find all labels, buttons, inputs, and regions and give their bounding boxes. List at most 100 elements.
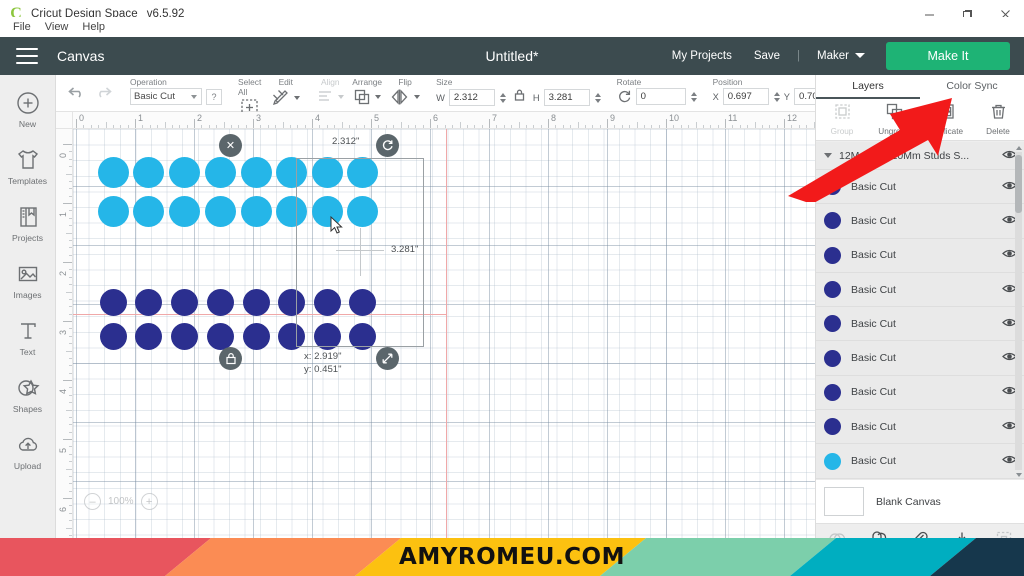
width-stepper[interactable] — [499, 92, 506, 103]
shape-circle[interactable] — [206, 288, 234, 316]
operation-help-button[interactable]: ? — [206, 88, 222, 105]
height-stepper[interactable] — [594, 92, 601, 103]
shape-circle[interactable] — [170, 288, 198, 316]
layer-row[interactable]: Basic Cut — [816, 273, 1024, 308]
delete-handle[interactable]: ✕ — [219, 134, 242, 157]
flip-icon[interactable] — [390, 88, 410, 106]
rotate-input[interactable]: 0 — [635, 88, 686, 105]
flip-group[interactable]: Flip — [390, 75, 421, 112]
grid-line — [607, 129, 608, 538]
scroll-thumb[interactable] — [1015, 155, 1022, 213]
shape-circle[interactable] — [240, 195, 272, 227]
layer-color-swatch[interactable] — [824, 418, 841, 436]
layer-row[interactable]: Basic Cut — [816, 204, 1024, 239]
machine-selector[interactable]: Maker — [806, 50, 876, 62]
resize-handle[interactable] — [376, 347, 399, 370]
chevron-down-icon[interactable] — [824, 153, 832, 158]
flip-chevron-down-icon[interactable] — [414, 95, 421, 99]
shape-circle[interactable] — [134, 288, 162, 316]
height-input[interactable]: 3.281 — [543, 89, 590, 106]
layer-row[interactable]: Basic Cut — [816, 239, 1024, 273]
layer-color-swatch[interactable] — [824, 212, 841, 230]
layer-row[interactable]: Basic Cut — [816, 307, 1024, 342]
arrange-icon[interactable] — [353, 88, 371, 106]
shape-circle[interactable] — [99, 288, 127, 316]
my-projects-button[interactable]: My Projects — [661, 50, 743, 62]
layer-color-swatch[interactable] — [824, 383, 841, 401]
operation-select[interactable]: Basic Cut — [130, 88, 202, 105]
menu-help[interactable]: Help — [75, 19, 112, 35]
scroll-down-icon[interactable] — [1014, 470, 1023, 479]
shape-circle[interactable] — [242, 288, 270, 316]
shape-circle[interactable] — [97, 156, 129, 188]
scroll-up-icon[interactable] — [1014, 143, 1023, 152]
shape-circle[interactable] — [242, 322, 270, 350]
sidebar-item-new[interactable]: New — [0, 89, 56, 129]
shape-circle[interactable] — [168, 195, 200, 227]
shape-circle[interactable] — [97, 195, 129, 227]
select-all-group[interactable]: Select All — [238, 75, 261, 116]
zoom-controls[interactable]: – 100% + — [84, 493, 158, 510]
shape-circle[interactable] — [204, 156, 236, 188]
duplicate-button[interactable]: Duplicate — [920, 99, 972, 140]
layer-color-swatch[interactable] — [824, 315, 841, 333]
width-input[interactable]: 2.312 — [448, 89, 495, 106]
rotate-stepper[interactable] — [690, 91, 697, 102]
shape-circle[interactable] — [134, 322, 162, 350]
layer-color-swatch[interactable] — [824, 349, 841, 367]
edit-icon[interactable] — [271, 88, 290, 107]
lock-handle[interactable] — [219, 347, 242, 370]
shape-circle[interactable] — [132, 156, 164, 188]
layer-color-swatch[interactable] — [824, 246, 841, 264]
cutting-mat[interactable] — [73, 129, 815, 538]
layer-color-swatch[interactable] — [824, 452, 841, 470]
hamburger-menu-icon[interactable] — [16, 48, 38, 64]
edit-group[interactable]: Edit — [271, 75, 301, 112]
layer-color-swatch[interactable] — [824, 281, 841, 299]
menu-view[interactable]: View — [38, 19, 76, 35]
sidebar-item-upload[interactable]: Upload — [0, 431, 56, 471]
layer-color-swatch[interactable] — [824, 178, 841, 196]
layer-row[interactable]: Basic Cut — [816, 444, 1024, 479]
sidebar-item-shapes[interactable]: Shapes — [0, 374, 56, 414]
rotate-handle[interactable] — [376, 134, 399, 157]
ungroup-button[interactable]: Ungroup — [868, 99, 920, 140]
tab-layers[interactable]: Layers — [816, 75, 920, 99]
layer-row[interactable]: Basic Cut — [816, 341, 1024, 376]
layer-row[interactable]: Basic Cut — [816, 170, 1024, 205]
zoom-in-button[interactable]: + — [140, 493, 158, 510]
shape-circle[interactable] — [206, 322, 234, 350]
sidebar-item-text[interactable]: Text — [0, 317, 56, 357]
zoom-out-button[interactable]: – — [84, 493, 101, 510]
shape-circle[interactable] — [204, 195, 236, 227]
shape-circle[interactable] — [168, 156, 200, 188]
design-canvas[interactable]: 0 1 2 3 4 5 6 7 8 9 10 11 12 0123456 ✕ 2.312" 3.281"… — [56, 112, 815, 538]
layer-row[interactable]: Basic Cut — [816, 376, 1024, 411]
shape-circle[interactable] — [132, 195, 164, 227]
layer-group-row[interactable]: 12Mm and 10Mm Studs S... — [816, 142, 1024, 170]
redo-icon[interactable] — [95, 84, 112, 104]
layers-scrollbar[interactable] — [1014, 143, 1023, 479]
edit-chevron-down-icon[interactable] — [294, 95, 301, 100]
x-stepper[interactable] — [773, 91, 780, 102]
layers-list[interactable]: 12Mm and 10Mm Studs S... Basic Cut Basic C… — [816, 142, 1024, 480]
sidebar-item-projects[interactable]: Projects — [0, 203, 56, 243]
arrange-chevron-down-icon[interactable] — [375, 95, 382, 99]
sidebar-item-templates[interactable]: Templates — [0, 146, 56, 186]
menu-file[interactable]: File — [6, 19, 38, 35]
shape-circle[interactable] — [170, 322, 198, 350]
blank-canvas-row[interactable]: Blank Canvas — [816, 480, 1024, 523]
x-input[interactable]: 0.697 — [722, 88, 769, 105]
blank-canvas-swatch[interactable] — [824, 487, 864, 516]
shape-circle[interactable] — [99, 322, 127, 350]
layer-row[interactable]: Basic Cut — [816, 410, 1024, 445]
shape-circle[interactable] — [240, 156, 272, 188]
undo-icon[interactable] — [68, 84, 85, 104]
make-it-button[interactable]: Make It — [886, 42, 1010, 70]
save-button[interactable]: Save — [743, 50, 791, 62]
arrange-group[interactable]: Arrange — [352, 75, 382, 112]
delete-button[interactable]: Delete — [972, 99, 1024, 140]
sidebar-item-images[interactable]: Images — [0, 260, 56, 300]
tab-color-sync[interactable]: Color Sync — [920, 75, 1024, 99]
lock-aspect-icon[interactable] — [513, 88, 526, 107]
